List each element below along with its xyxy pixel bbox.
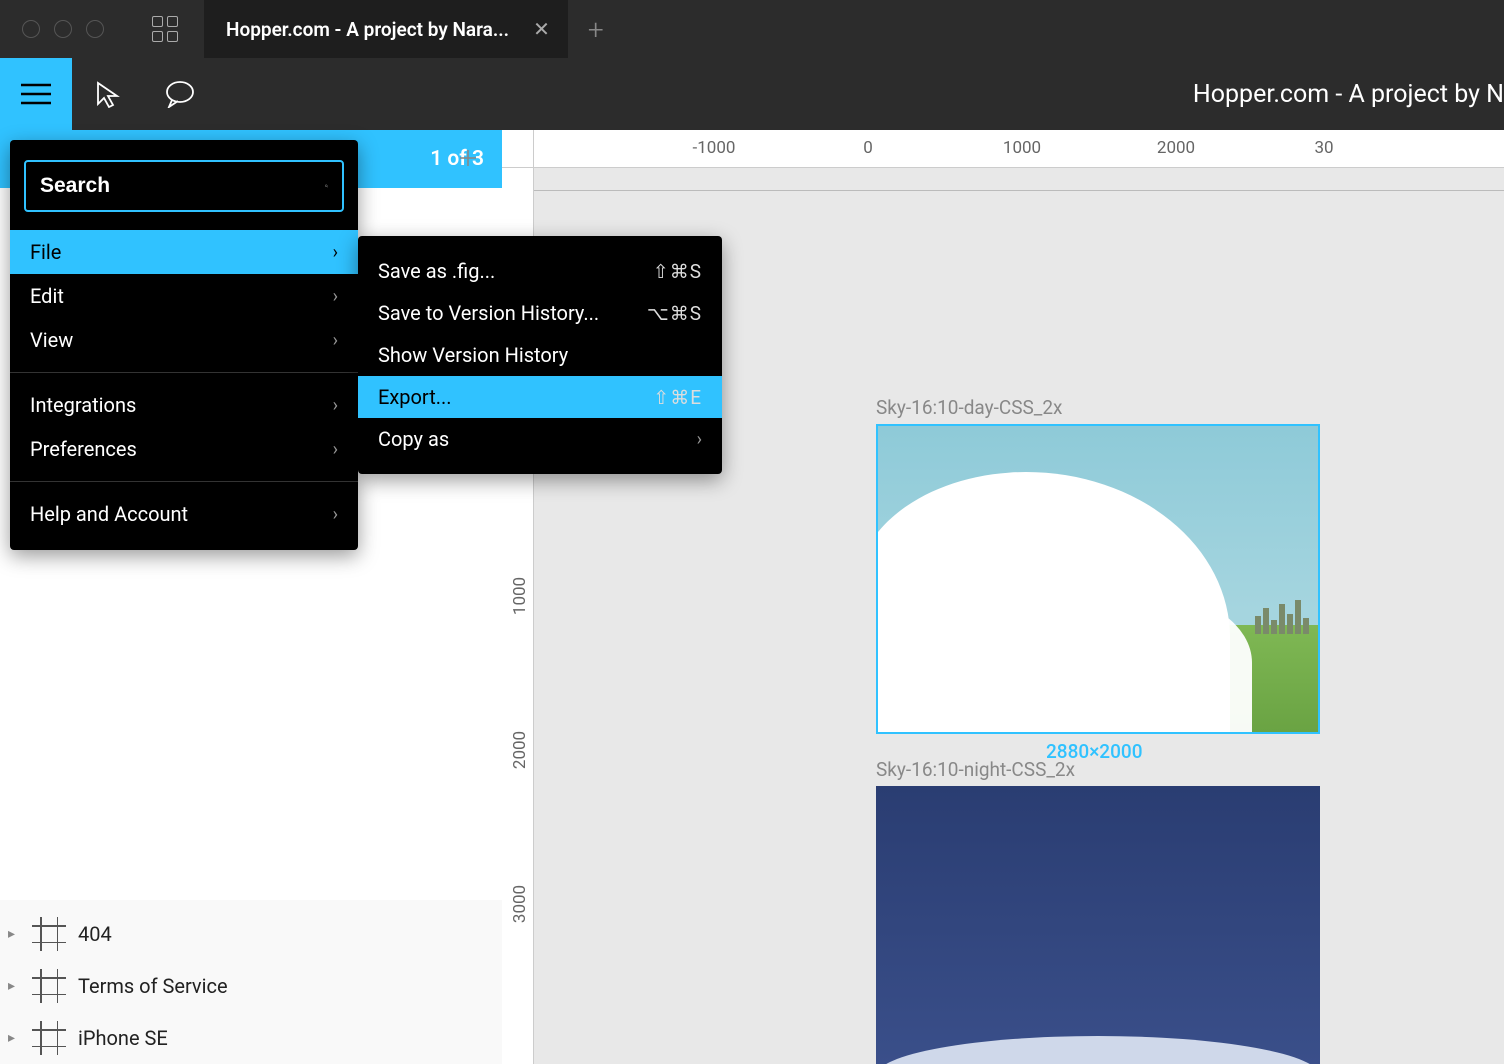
- night-illustration: [876, 786, 1320, 1064]
- ruler-tick: 3000: [510, 885, 530, 923]
- menu-item-label: Save as .fig...: [378, 259, 495, 283]
- menu-item-integrations[interactable]: Integrations ›: [10, 383, 358, 427]
- menu-item-label: Export...: [378, 385, 452, 409]
- ruler-tick: 2000: [1157, 138, 1195, 158]
- ruler-corner: [502, 130, 534, 168]
- menu-item-label: File: [30, 240, 61, 264]
- sky-illustration: [878, 426, 1318, 732]
- menu-item-label: Show Version History: [378, 343, 568, 367]
- expand-chevron-icon[interactable]: ▸: [8, 1030, 20, 1046]
- menu-separator: [10, 372, 358, 373]
- menu-item-label: Save to Version History...: [378, 301, 599, 325]
- ruler-tick: 0: [863, 138, 873, 158]
- maximize-window-button[interactable]: [86, 20, 104, 38]
- menu-item-help[interactable]: Help and Account ›: [10, 492, 358, 536]
- chevron-right-icon: ›: [333, 395, 338, 416]
- menu-item-preferences[interactable]: Preferences ›: [10, 427, 358, 471]
- add-page-icon[interactable]: [458, 148, 478, 168]
- menu-item-view[interactable]: View ›: [10, 318, 358, 362]
- document-title: Hopper.com - A project by N: [1193, 80, 1504, 109]
- menu-item-label: Copy as: [378, 427, 449, 451]
- expand-chevron-icon[interactable]: ▸: [8, 978, 20, 994]
- search-icon: [325, 175, 328, 197]
- menu-search-box[interactable]: [24, 160, 344, 212]
- horizontal-ruler: -1000 0 1000 2000 30: [534, 130, 1504, 168]
- layer-row[interactable]: ▸ iPhone SE: [0, 1012, 502, 1064]
- menu-item-edit[interactable]: Edit ›: [10, 274, 358, 318]
- frame-icon: [34, 1023, 64, 1053]
- menu-item-label: View: [30, 328, 73, 352]
- menu-item-label: Edit: [30, 284, 64, 308]
- chevron-right-icon: ›: [333, 330, 338, 351]
- ruler-tick: 1000: [1003, 138, 1041, 158]
- titlebar: Hopper.com - A project by Nara... ✕ +: [0, 0, 1504, 58]
- submenu-item-show-history[interactable]: Show Version History: [358, 334, 722, 376]
- home-grid-icon[interactable]: [152, 16, 178, 42]
- menu-separator: [10, 481, 358, 482]
- submenu-item-copy-as[interactable]: Copy as ›: [358, 418, 722, 460]
- guide-line: [534, 190, 1504, 191]
- main-menu-button[interactable]: [0, 58, 72, 130]
- minimize-window-button[interactable]: [54, 20, 72, 38]
- menu-item-label: Help and Account: [30, 502, 188, 526]
- close-window-button[interactable]: [22, 20, 40, 38]
- frame-icon: [34, 919, 64, 949]
- chat-bubble-icon: [165, 80, 195, 108]
- menu-item-label: Integrations: [30, 393, 136, 417]
- menu-item-file[interactable]: File ›: [10, 230, 358, 274]
- chevron-right-icon: ›: [697, 429, 702, 450]
- comment-tool-button[interactable]: [144, 58, 216, 130]
- frame-icon: [34, 971, 64, 1001]
- main-menu-dropdown: File › Edit › View › Integrations › Pref…: [10, 140, 358, 550]
- new-tab-button[interactable]: +: [588, 13, 604, 46]
- expand-chevron-icon[interactable]: ▸: [8, 926, 20, 942]
- document-tab[interactable]: Hopper.com - A project by Nara... ✕: [204, 0, 568, 58]
- submenu-item-save-history[interactable]: Save to Version History... ⌥⌘S: [358, 292, 722, 334]
- layer-row[interactable]: ▸ 404: [0, 908, 502, 960]
- chevron-right-icon: ›: [333, 504, 338, 525]
- chevron-right-icon: ›: [333, 242, 338, 263]
- frame-label[interactable]: Sky-16:10-night-CSS_2x: [876, 758, 1075, 781]
- artboard-day[interactable]: [876, 424, 1320, 734]
- layer-name: 404: [78, 922, 112, 946]
- file-submenu: Save as .fig... ⇧⌘S Save to Version Hist…: [358, 236, 722, 474]
- hamburger-icon: [21, 83, 51, 105]
- menu-search-input[interactable]: [40, 174, 325, 198]
- cursor-icon: [95, 80, 121, 108]
- menu-shortcut: ⇧⌘S: [653, 260, 702, 283]
- submenu-item-save-as-fig[interactable]: Save as .fig... ⇧⌘S: [358, 250, 722, 292]
- layers-panel: ▸ 404 ▸ Terms of Service ▸: [0, 900, 502, 1064]
- artboard-night[interactable]: [876, 786, 1320, 1064]
- move-tool-button[interactable]: [72, 58, 144, 130]
- layer-row[interactable]: ▸ Terms of Service: [0, 960, 502, 1012]
- menu-shortcut: ⌥⌘S: [647, 302, 702, 325]
- toolbar: Hopper.com - A project by N: [0, 58, 1504, 130]
- menu-item-label: Preferences: [30, 437, 137, 461]
- window-controls: [0, 20, 104, 38]
- ruler-tick: 2000: [510, 731, 530, 769]
- chevron-right-icon: ›: [333, 286, 338, 307]
- chevron-right-icon: ›: [333, 439, 338, 460]
- close-tab-icon[interactable]: ✕: [533, 17, 550, 41]
- layer-name: iPhone SE: [78, 1026, 168, 1050]
- ruler-tick: 30: [1314, 138, 1333, 158]
- ruler-tick: -1000: [693, 138, 736, 158]
- tab-title: Hopper.com - A project by Nara...: [226, 18, 509, 41]
- submenu-item-export[interactable]: Export... ⇧⌘E: [358, 376, 722, 418]
- menu-shortcut: ⇧⌘E: [653, 386, 702, 409]
- frame-label[interactable]: Sky-16:10-day-CSS_2x: [876, 396, 1062, 419]
- ruler-tick: 1000: [510, 577, 530, 615]
- layer-name: Terms of Service: [78, 974, 228, 998]
